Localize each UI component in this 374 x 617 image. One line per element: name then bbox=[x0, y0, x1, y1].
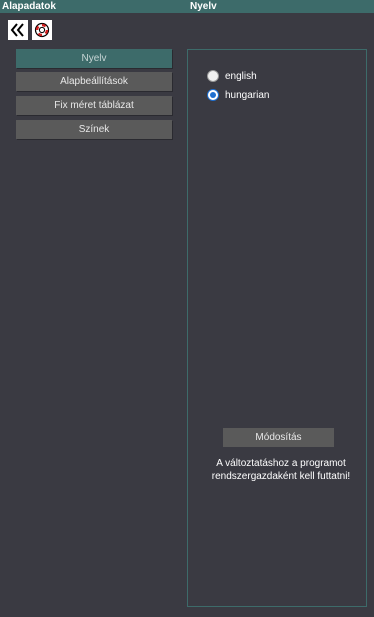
radio-button[interactable] bbox=[207, 89, 219, 101]
radio-hungarian[interactable]: hungarian bbox=[207, 88, 269, 102]
sidebar-item-label: Nyelv bbox=[81, 53, 107, 64]
language-panel bbox=[187, 49, 367, 607]
help-button[interactable] bbox=[32, 20, 52, 40]
sidebar-item-label: Alapbeállítások bbox=[60, 76, 128, 87]
sidebar-item-label: Fix méret táblázat bbox=[54, 100, 134, 111]
radio-label: hungarian bbox=[225, 89, 270, 101]
back-button[interactable] bbox=[8, 20, 28, 40]
sidebar-item-szinek[interactable]: Színek bbox=[16, 120, 172, 139]
window-title: Alapadatok bbox=[2, 1, 56, 12]
double-chevron-left-icon bbox=[10, 23, 24, 37]
modify-button[interactable]: Módosítás bbox=[223, 428, 334, 447]
sidebar-item-label: Színek bbox=[78, 124, 110, 135]
radio-english[interactable]: english bbox=[207, 69, 257, 83]
sidebar-item-fix-meret-tablazat[interactable]: Fix méret táblázat bbox=[16, 96, 172, 115]
sidebar-item-nyelv[interactable]: Nyelv bbox=[16, 49, 172, 68]
lifebuoy-icon bbox=[34, 22, 50, 38]
title-bar: Alapadatok Nyelv bbox=[0, 0, 374, 13]
modify-button-label: Módosítás bbox=[255, 432, 302, 443]
radio-button[interactable] bbox=[207, 70, 219, 82]
sidebar-item-alapbeallitasok[interactable]: Alapbeállítások bbox=[16, 72, 172, 91]
page-title: Nyelv bbox=[190, 1, 217, 12]
radio-label: english bbox=[225, 70, 257, 82]
admin-note: A változtatáshoz a programot rendszergaz… bbox=[211, 458, 351, 482]
